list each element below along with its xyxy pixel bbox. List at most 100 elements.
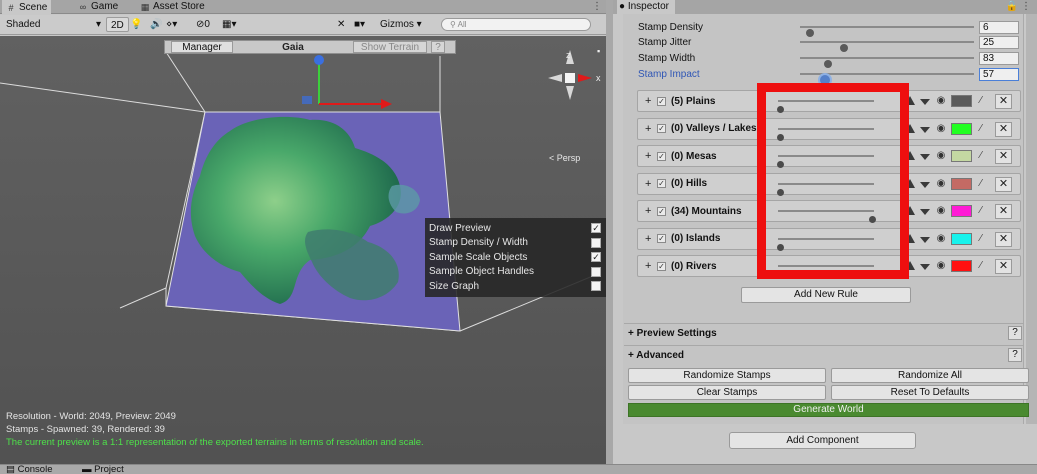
inspector-scrollbar[interactable] xyxy=(1026,14,1037,424)
chevron-down-icon[interactable] xyxy=(920,236,930,243)
help-button[interactable]: ? xyxy=(1008,326,1022,340)
checkbox[interactable]: ✓ xyxy=(591,223,601,234)
property-slider[interactable] xyxy=(800,57,974,68)
preview-option-stamp-density[interactable]: Stamp Density / Width xyxy=(429,236,607,251)
camera-icon[interactable]: ■▾ xyxy=(354,17,365,32)
checkbox[interactable] xyxy=(591,281,601,292)
rule-color-swatch[interactable] xyxy=(951,150,972,162)
eye-icon[interactable]: ◉ xyxy=(934,260,948,272)
eyedropper-icon[interactable]: ⁄ xyxy=(975,260,987,272)
tab-project[interactable]: ▬ Project xyxy=(82,464,124,474)
checkbox[interactable] xyxy=(591,266,601,277)
property-value-field[interactable]: 57 xyxy=(979,67,1019,81)
tab-asset-store[interactable]: ▦ Asset Store xyxy=(136,0,209,14)
rule-enabled-checkbox[interactable]: ✓ xyxy=(657,234,666,243)
rule-color-swatch[interactable] xyxy=(951,95,972,107)
chevron-down-icon[interactable] xyxy=(920,264,930,270)
chevron-down-icon[interactable] xyxy=(920,209,930,215)
grid-toggle-icon[interactable]: ▦▾ xyxy=(222,17,236,32)
rule-enabled-checkbox[interactable]: ✓ xyxy=(657,151,666,161)
expand-icon[interactable]: + xyxy=(645,95,651,107)
eyedropper-icon[interactable]: ⁄ xyxy=(975,205,987,217)
mode-2d-button[interactable]: 2D xyxy=(106,17,129,32)
expand-icon[interactable]: + xyxy=(645,150,651,162)
rule-color-swatch[interactable] xyxy=(951,205,972,217)
chevron-down-icon[interactable] xyxy=(920,99,930,105)
property-value-field[interactable]: 25 xyxy=(979,35,1019,49)
tab-game[interactable]: ∞ Game xyxy=(74,0,122,14)
randomize-stamps-button[interactable]: Randomize Stamps xyxy=(628,368,826,383)
lock-icon[interactable]: 🔒 ⋮ xyxy=(1006,0,1031,14)
preview-option-size-graph[interactable]: Size Graph xyxy=(429,279,607,294)
rule-color-swatch[interactable] xyxy=(951,122,972,135)
tab-console[interactable]: ▤ Console xyxy=(6,464,52,474)
show-terrain-button[interactable]: Show Terrain xyxy=(353,41,427,53)
rule-enabled-checkbox[interactable]: ✓ xyxy=(657,206,666,216)
rule-enabled-checkbox[interactable]: ✓ xyxy=(657,96,666,106)
eye-icon[interactable]: ◉ xyxy=(934,233,948,245)
eyedropper-icon[interactable]: ⁄ xyxy=(975,95,987,107)
rule-enabled-checkbox[interactable]: ✓ xyxy=(657,261,666,271)
chevron-down-icon[interactable] xyxy=(920,181,930,188)
chevron-down-icon[interactable] xyxy=(920,126,930,133)
delete-rule-button[interactable]: ✕ xyxy=(995,204,1012,219)
delete-rule-button[interactable]: ✕ xyxy=(995,94,1012,109)
rule-color-swatch[interactable] xyxy=(951,232,972,245)
gizmos-dropdown[interactable]: Gizmos ▾ xyxy=(380,17,422,32)
preview-option-object-handles[interactable]: Sample Object Handles xyxy=(429,265,607,280)
perspective-label[interactable]: < Persp xyxy=(549,153,580,163)
add-new-rule-button[interactable]: Add New Rule xyxy=(741,287,911,303)
tools-icon[interactable]: ✕ xyxy=(337,17,345,32)
eye-icon[interactable]: ◉ xyxy=(934,95,948,107)
eye-icon[interactable]: ◉ xyxy=(934,123,948,135)
eyedropper-icon[interactable]: ⁄ xyxy=(975,150,987,162)
eyedropper-icon[interactable]: ⁄ xyxy=(975,123,987,135)
panel-menu-icon[interactable]: ⋮ xyxy=(592,0,602,14)
checkbox[interactable]: ✓ xyxy=(591,252,601,263)
rule-color-swatch[interactable] xyxy=(951,260,972,272)
panel-splitter[interactable] xyxy=(606,0,613,464)
audio-icon[interactable]: 🔊 xyxy=(150,17,162,32)
expand-icon[interactable]: + xyxy=(645,260,651,272)
expand-icon[interactable]: + xyxy=(645,178,651,190)
expand-icon[interactable]: + xyxy=(645,233,651,245)
eye-icon[interactable]: ◉ xyxy=(934,178,948,190)
property-value-field[interactable]: 83 xyxy=(979,51,1019,65)
chevron-down-icon[interactable]: ▾ xyxy=(96,17,101,32)
tab-inspector[interactable]: ● Inspector xyxy=(617,0,675,15)
add-component-button[interactable]: Add Component xyxy=(729,432,916,449)
hidden-objects-toggle[interactable]: ⊘0 xyxy=(196,17,210,32)
tab-scene[interactable]: # Scene xyxy=(2,0,52,15)
effects-icon[interactable]: ⋄▾ xyxy=(166,17,177,32)
eye-icon[interactable]: ◉ xyxy=(934,150,948,162)
expand-icon[interactable]: + xyxy=(645,123,651,135)
help-button[interactable]: ? xyxy=(431,41,445,53)
property-slider[interactable] xyxy=(800,41,974,52)
clear-stamps-button[interactable]: Clear Stamps xyxy=(628,385,826,400)
advanced-foldout[interactable]: + Advanced ? xyxy=(624,345,1024,364)
delete-rule-button[interactable]: ✕ xyxy=(995,149,1012,164)
property-slider[interactable] xyxy=(800,73,974,85)
chevron-down-icon[interactable] xyxy=(920,154,930,160)
reset-to-defaults-button[interactable]: Reset To Defaults xyxy=(831,385,1029,400)
preview-settings-foldout[interactable]: + Preview Settings ? xyxy=(624,323,1024,342)
eyedropper-icon[interactable]: ⁄ xyxy=(975,178,987,190)
generate-world-button[interactable]: Generate World xyxy=(628,403,1029,417)
search-input[interactable]: ⚲ All xyxy=(441,18,591,31)
property-slider[interactable] xyxy=(800,26,974,37)
delete-rule-button[interactable]: ✕ xyxy=(995,259,1012,274)
property-value-field[interactable]: 6 xyxy=(979,20,1019,34)
delete-rule-button[interactable]: ✕ xyxy=(995,231,1012,247)
eye-icon[interactable]: ◉ xyxy=(934,205,948,217)
manager-button[interactable]: Manager xyxy=(171,41,233,53)
preview-option-sample-scale[interactable]: Sample Scale Objects ✓ xyxy=(429,250,607,265)
shading-mode-dropdown[interactable]: Shaded xyxy=(6,17,40,32)
rule-enabled-checkbox[interactable]: ✓ xyxy=(657,124,666,133)
expand-icon[interactable]: + xyxy=(645,205,651,217)
preview-option-draw-preview[interactable]: Draw Preview ✓ xyxy=(429,221,607,236)
delete-rule-button[interactable]: ✕ xyxy=(995,121,1012,137)
help-button[interactable]: ? xyxy=(1008,348,1022,362)
eyedropper-icon[interactable]: ⁄ xyxy=(975,233,987,245)
lighting-icon[interactable]: 💡 xyxy=(130,17,142,32)
randomize-all-button[interactable]: Randomize All xyxy=(831,368,1029,383)
